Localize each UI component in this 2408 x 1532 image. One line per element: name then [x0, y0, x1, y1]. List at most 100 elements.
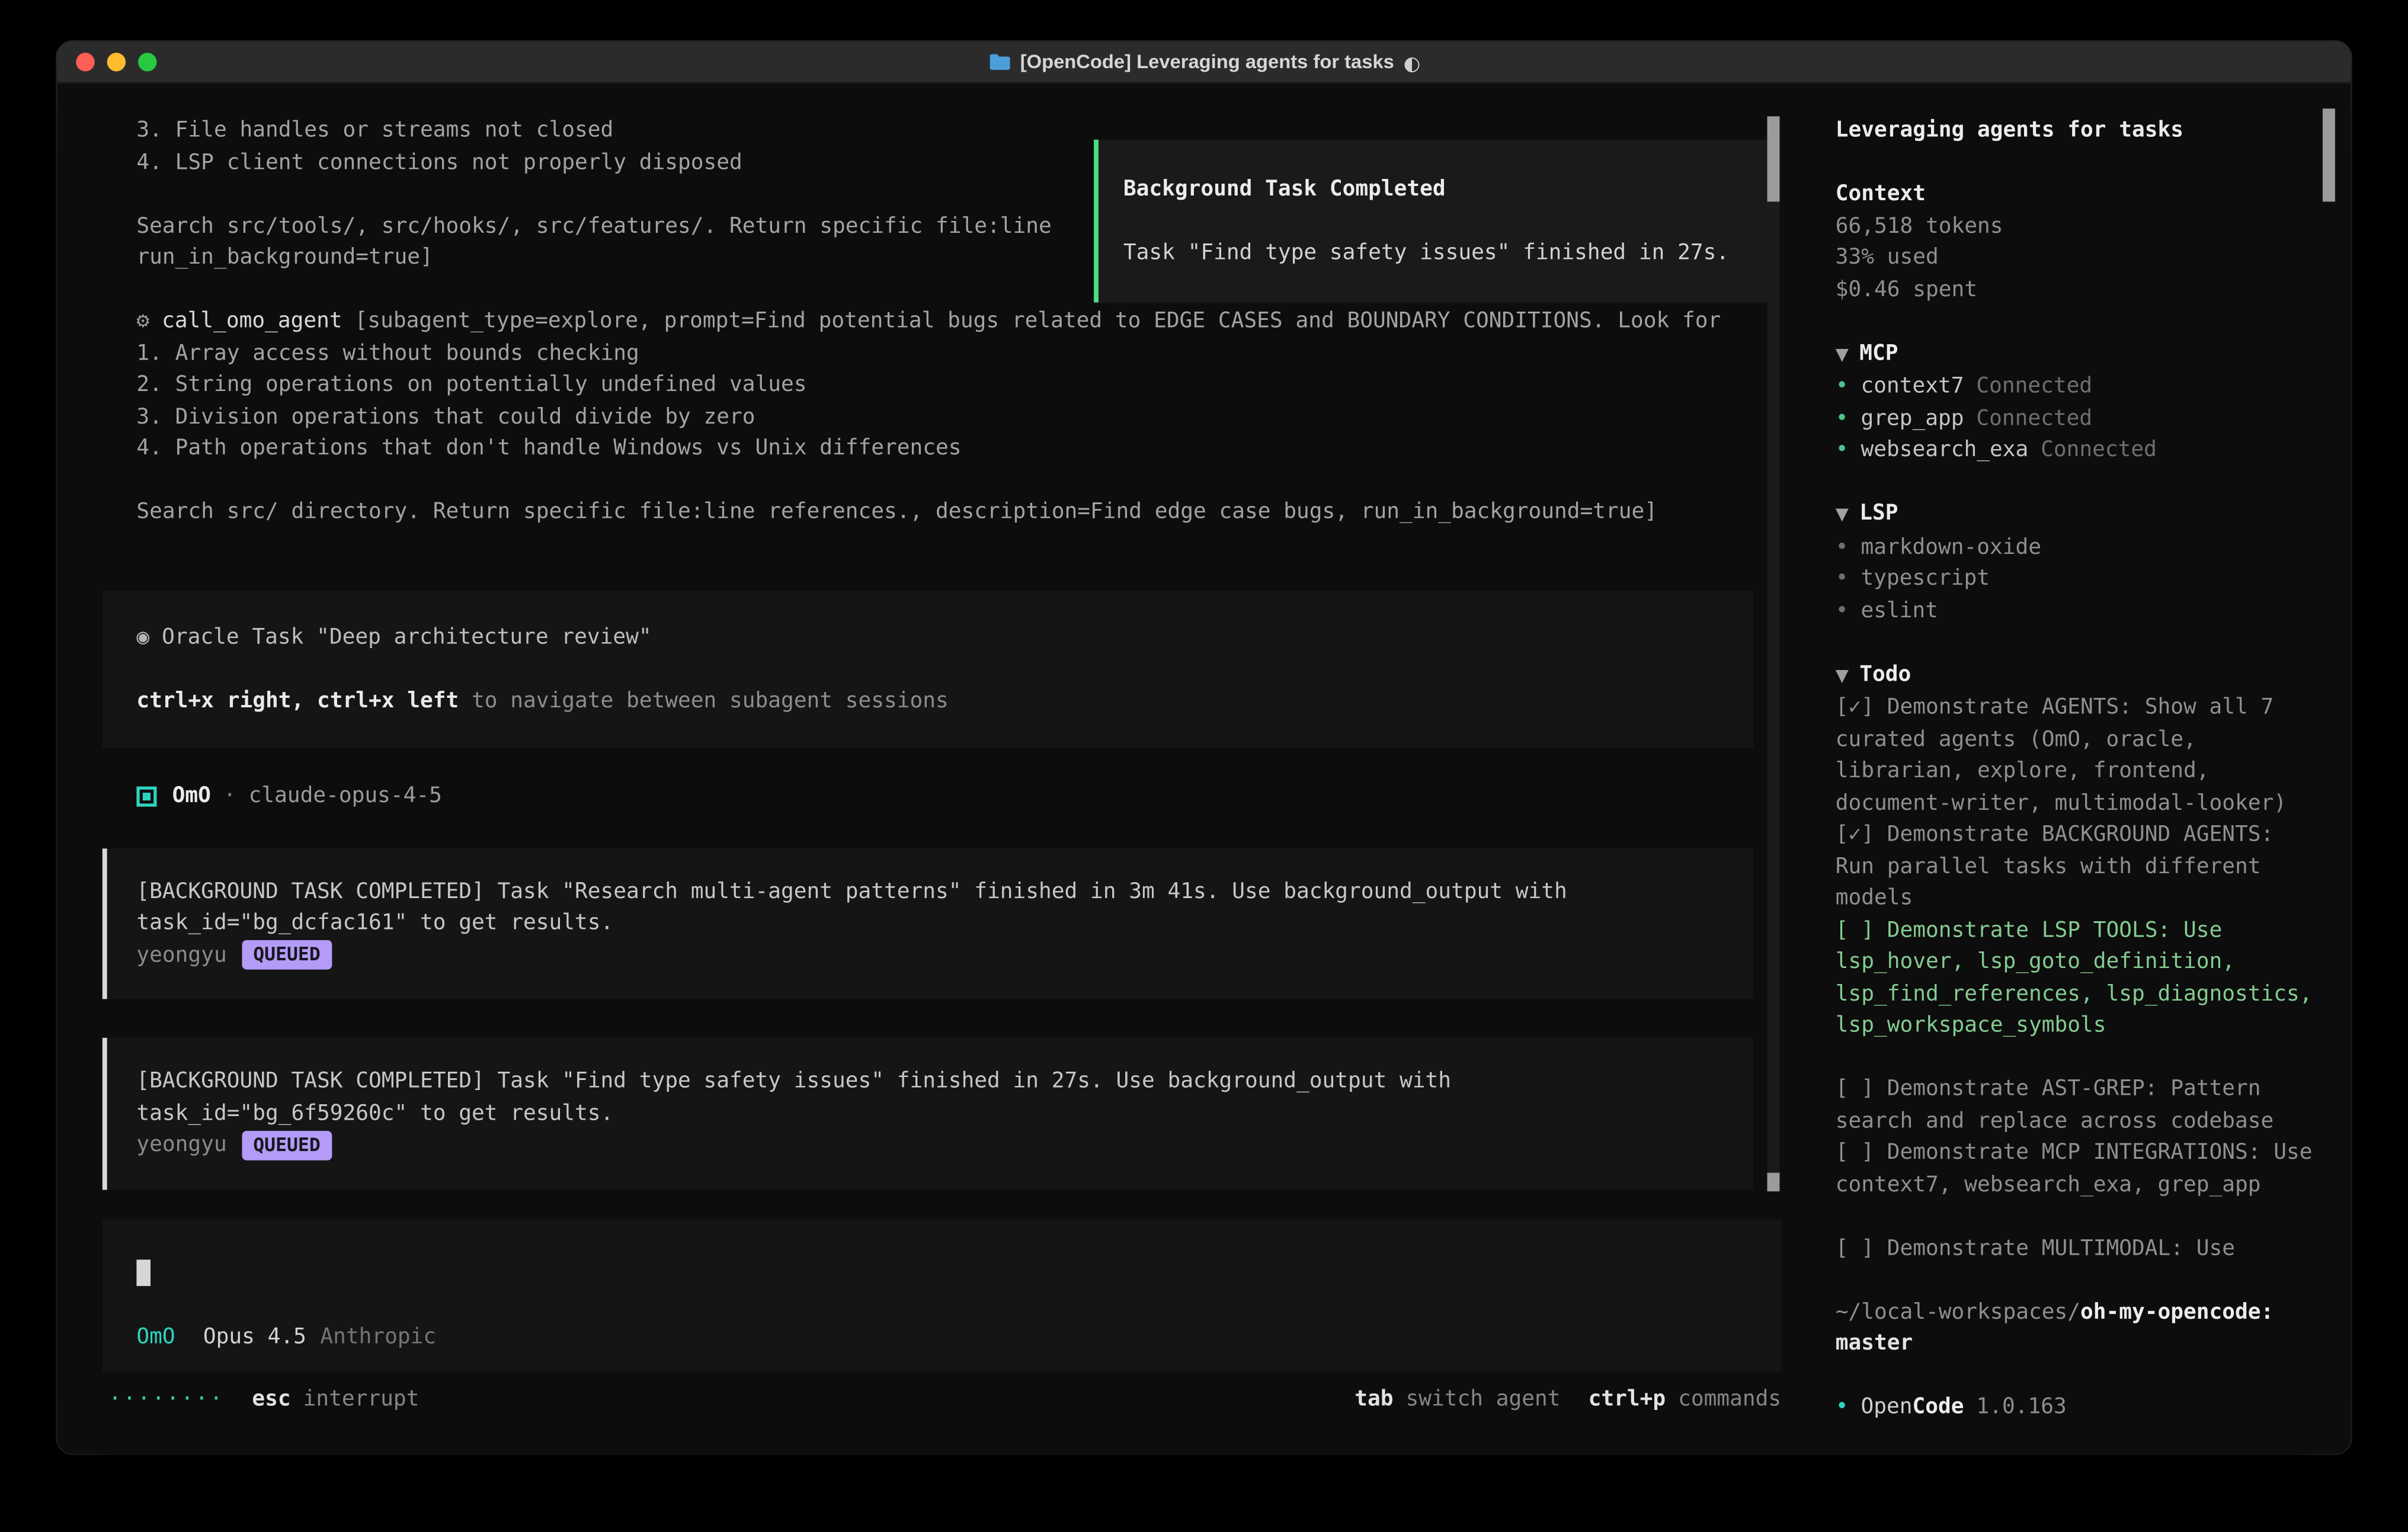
oracle-task-title-line: ◉ Oracle Task "Deep architecture review"	[136, 621, 1753, 653]
window-title-area: [OpenCode] Leveraging agents for tasks ◐	[988, 50, 1420, 73]
tab-key-hint: tab	[1354, 1384, 1393, 1416]
oracle-task-title: Oracle Task "Deep architecture review"	[162, 624, 652, 649]
bullet-icon: •	[1836, 534, 1849, 559]
minimize-button[interactable]	[107, 53, 126, 71]
todo-checkbox: [ ]	[1836, 918, 1874, 943]
esc-key-label: interrupt	[303, 1384, 420, 1416]
task-message-line: task_id="bg_6f59260c" to get results.	[136, 1098, 1753, 1130]
bullet-icon: •	[1836, 598, 1849, 623]
hint-text: to navigate between subagent sessions	[459, 688, 949, 713]
ctrlp-key-label: commands	[1678, 1384, 1781, 1416]
tool-call-list-line: 2. String operations on potentially unde…	[57, 369, 1767, 401]
status-badge: QUEUED	[242, 1130, 331, 1160]
gear-icon: ⚙	[136, 309, 149, 334]
esc-key-hint: esc	[252, 1384, 290, 1416]
tool-args: [subagent_type=explore, prompt=Find pote…	[355, 309, 1721, 334]
input-footer: OmO Opus 4.5 Anthropic	[136, 1321, 436, 1353]
chat-scrollbar[interactable]	[1767, 116, 1780, 1191]
mcp-status: Connected	[1976, 374, 2092, 399]
chevron-down-icon: ▼	[1836, 344, 1849, 364]
lsp-item: •typescript	[1836, 563, 2351, 595]
status-left: ········ esc interrupt	[108, 1384, 419, 1416]
tab-key-label: switch agent	[1405, 1384, 1560, 1416]
version-number: 1.0.163	[1976, 1395, 2066, 1419]
mcp-status: Connected	[1976, 406, 2092, 431]
chevron-down-icon: ▼	[1836, 665, 1849, 685]
input-provider-name: Anthropic	[320, 1321, 436, 1353]
author-name: yeongyu	[136, 940, 226, 972]
chevron-down-icon: ▼	[1836, 504, 1849, 524]
lsp-item: •markdown-oxide	[1836, 531, 2351, 563]
record-icon: ◉	[136, 624, 149, 649]
todo-item: [ ] Demonstrate AST-GREP: Pattern search…	[1836, 1073, 2323, 1137]
hint-keys: ctrl+x right, ctrl+x left	[136, 688, 459, 713]
status-bar: ········ esc interrupt tab switch agent …	[108, 1384, 1781, 1416]
zoom-button[interactable]	[138, 53, 156, 71]
lsp-item: •eslint	[1836, 595, 2351, 627]
agent-icon	[136, 786, 156, 806]
task-message-line: [BACKGROUND TASK COMPLETED] Task "Find t…	[136, 1066, 1753, 1098]
section-todo[interactable]: ▼Todo	[1836, 659, 2351, 692]
input-model-name: Opus 4.5	[203, 1321, 306, 1353]
agent-model: claude-opus-4-5	[249, 780, 442, 812]
context-tokens: 66,518 tokens	[1836, 210, 2351, 242]
close-button[interactable]	[76, 53, 94, 71]
version-line: •OpenCode1.0.163	[1836, 1392, 2351, 1424]
agent-header: OmO · claude-opus-4-5	[136, 780, 1767, 812]
task-message-author-row: yeongyu QUEUED	[136, 1129, 1753, 1161]
toast-title: Background Task Completed	[1123, 174, 1776, 206]
bullet-icon: •	[1836, 374, 1849, 399]
tool-call-tail-line: Search src/ directory. Return specific f…	[57, 496, 1767, 528]
session-title: Leveraging agents for tasks	[1836, 115, 2351, 147]
prompt-input[interactable]: OmO Opus 4.5 Anthropic	[103, 1219, 1781, 1371]
toast-notification: Background Task Completed Task "Find typ…	[1094, 140, 1776, 303]
sidebar-scrollbar[interactable]	[2323, 108, 2335, 201]
workspace-branch: master	[1836, 1328, 2351, 1360]
window-titlebar[interactable]: [OpenCode] Leveraging agents for tasks ◐	[57, 42, 2351, 84]
context-used: 33% used	[1836, 242, 2351, 274]
bullet-icon: •	[1836, 566, 1849, 591]
bullet-icon: •	[1836, 406, 1849, 431]
activity-spinner-icon: ········	[108, 1384, 224, 1416]
todo-checkbox: [✓]	[1836, 822, 1874, 847]
context-heading: Context	[1836, 178, 2351, 210]
status-badge: QUEUED	[242, 940, 331, 970]
task-message-line: [BACKGROUND TASK COMPLETED] Task "Resear…	[136, 876, 1753, 908]
terminal-content: 3. File handles or streams not closed 4.…	[57, 84, 2351, 1453]
mcp-item: •websearch_exaConnected	[1836, 434, 2351, 466]
traffic-lights	[76, 42, 156, 82]
todo-item: [ ] Demonstrate MULTIMODAL: Use	[1836, 1232, 2323, 1264]
todo-checkbox: [ ]	[1836, 1076, 1874, 1101]
todo-checkbox: [ ]	[1836, 1140, 1874, 1165]
section-lsp[interactable]: ▼LSP	[1836, 498, 2351, 531]
terminal-window: [OpenCode] Leveraging agents for tasks ◐…	[57, 42, 2351, 1454]
window-title: [OpenCode] Leveraging agents for tasks	[1020, 51, 1394, 73]
screen: [OpenCode] Leveraging agents for tasks ◐…	[0, 0, 2408, 1532]
bullet-icon: •	[1836, 1395, 1849, 1419]
todo-checkbox: [ ]	[1836, 1236, 1874, 1261]
task-message: [BACKGROUND TASK COMPLETED] Task "Find t…	[103, 1038, 1753, 1189]
navigation-hint: ctrl+x right, ctrl+x left to navigate be…	[136, 685, 1753, 717]
task-message: [BACKGROUND TASK COMPLETED] Task "Resear…	[103, 848, 1753, 999]
sidebar: Leveraging agents for tasks Context 66,5…	[1812, 84, 2351, 1453]
scrollbar-thumb[interactable]	[1767, 1173, 1780, 1191]
scrollbar-thumb[interactable]	[1767, 116, 1780, 201]
workspace-path: ~/local-workspaces/oh-my-opencode:	[1836, 1296, 2351, 1328]
todo-item: [ ] Demonstrate LSP TOOLS: Use lsp_hover…	[1836, 915, 2323, 1042]
agent-name: OmO	[172, 780, 211, 812]
tool-call-list-line: 4. Path operations that don't handle Win…	[57, 433, 1767, 465]
oracle-task-panel[interactable]: ◉Oracle Task "Deep architecture review" …	[103, 590, 1753, 748]
todo-checkbox: [✓]	[1836, 695, 1874, 720]
bullet-icon: •	[1836, 437, 1849, 462]
tool-call-line: ⚙call_omo_agent[subagent_type=explore, p…	[57, 306, 1767, 338]
tool-call-list-line: 1. Array access without bounds checking	[57, 338, 1767, 370]
mcp-item: •grep_appConnected	[1836, 403, 2351, 435]
ctrlp-key-hint: ctrl+p	[1589, 1384, 1666, 1416]
tool-call-list-line: 3. Division operations that could divide…	[57, 401, 1767, 433]
separator: ·	[223, 780, 236, 812]
section-mcp[interactable]: ▼MCP	[1836, 338, 2351, 371]
mcp-status: Connected	[2041, 437, 2157, 462]
text-cursor	[136, 1259, 150, 1286]
task-message-line: task_id="bg_dcfac161" to get results.	[136, 908, 1753, 940]
spinner-icon: ◐	[1404, 50, 1421, 73]
